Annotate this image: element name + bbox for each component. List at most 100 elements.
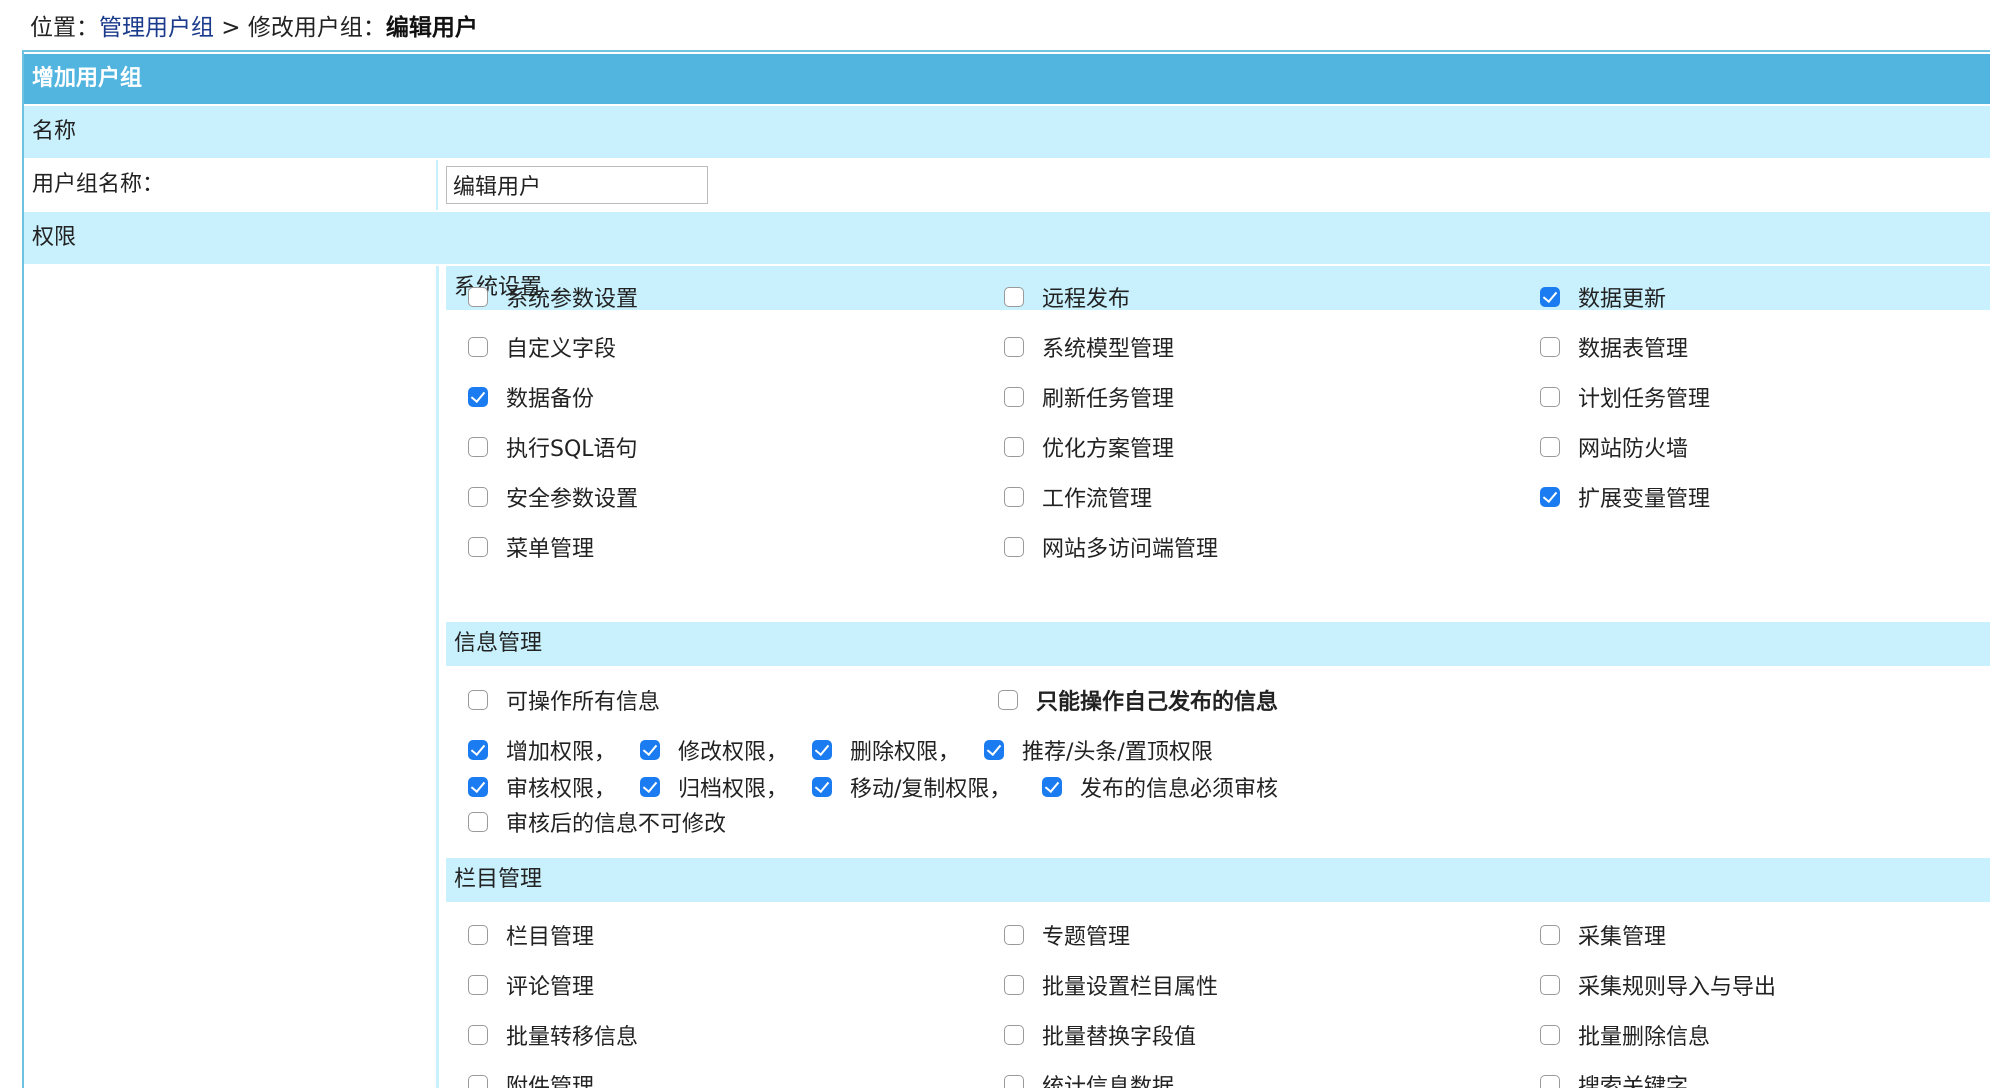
checkbox-unchecked[interactable]	[1004, 287, 1024, 307]
permission-label: 刷新任务管理	[1042, 387, 1175, 412]
checkbox-unchecked[interactable]	[468, 337, 488, 357]
permission-option[interactable]: 扩展变量管理	[1540, 479, 1710, 515]
checkbox-unchecked[interactable]	[1004, 925, 1024, 945]
checkbox-unchecked[interactable]	[1004, 487, 1024, 507]
permission-option[interactable]: 数据表管理	[1540, 329, 1688, 365]
checkbox-unchecked[interactable]	[1004, 387, 1024, 407]
checkbox-checked[interactable]	[468, 387, 488, 407]
checkbox-unchecked[interactable]	[1540, 337, 1560, 357]
checkbox-unchecked[interactable]	[468, 487, 488, 507]
permission-label: 附件管理	[506, 1075, 595, 1088]
checkbox-unchecked[interactable]	[468, 812, 488, 832]
permission-label: 增加权限，	[506, 740, 617, 765]
permission-option[interactable]: 采集规则导入与导出	[1540, 967, 1776, 1003]
checkbox-unchecked[interactable]	[1004, 337, 1024, 357]
permission-option[interactable]: 自定义字段	[468, 329, 616, 365]
checkbox-checked[interactable]	[1042, 777, 1062, 797]
permission-option[interactable]: 栏目管理	[468, 917, 594, 953]
checkbox-unchecked[interactable]	[1004, 437, 1024, 457]
permission-option[interactable]: 附件管理	[468, 1067, 594, 1088]
permission-option[interactable]: 工作流管理	[1004, 479, 1152, 515]
checkbox-unchecked[interactable]	[1540, 925, 1560, 945]
section-name: 名称	[24, 106, 1990, 158]
permission-option[interactable]: 网站防火墙	[1540, 429, 1688, 465]
checkbox-unchecked[interactable]	[1540, 1075, 1560, 1088]
checkbox-unchecked[interactable]	[468, 975, 488, 995]
permission-option[interactable]: 计划任务管理	[1540, 379, 1710, 415]
permission-option[interactable]: 数据备份	[468, 379, 594, 415]
permission-option[interactable]: 专题管理	[1004, 917, 1130, 953]
permission-option[interactable]: 网站多访问端管理	[1004, 529, 1218, 565]
permission-label: 网站防火墙	[1578, 437, 1689, 462]
permission-option[interactable]: 归档权限，	[640, 769, 788, 805]
permission-label: 删除权限，	[850, 740, 961, 765]
permission-option[interactable]: 移动/复制权限，	[812, 769, 1011, 805]
checkbox-unchecked[interactable]	[468, 925, 488, 945]
permission-option[interactable]: 数据更新	[1540, 279, 1666, 315]
permission-label: 审核后的信息不可修改	[506, 812, 727, 837]
checkbox-unchecked[interactable]	[1540, 437, 1560, 457]
permission-option[interactable]: 批量转移信息	[468, 1017, 638, 1053]
permission-option[interactable]: 远程发布	[1004, 279, 1130, 315]
checkbox-unchecked[interactable]	[468, 690, 488, 710]
permission-option[interactable]: 推荐/头条/置顶权限	[984, 732, 1213, 768]
permission-option[interactable]: 可操作所有信息	[468, 682, 660, 718]
checkbox-unchecked[interactable]	[998, 690, 1018, 710]
permission-option[interactable]: 评论管理	[468, 967, 594, 1003]
permission-label: 系统模型管理	[1042, 337, 1175, 362]
checkbox-unchecked[interactable]	[1540, 975, 1560, 995]
checkbox-checked[interactable]	[1540, 287, 1560, 307]
checkbox-unchecked[interactable]	[468, 537, 488, 557]
permission-option[interactable]: 系统模型管理	[1004, 329, 1174, 365]
permission-option[interactable]: 优化方案管理	[1004, 429, 1174, 465]
permission-option[interactable]: 刷新任务管理	[1004, 379, 1174, 415]
checkbox-unchecked[interactable]	[1004, 1075, 1024, 1088]
checkbox-checked[interactable]	[468, 777, 488, 797]
permission-option[interactable]: 审核后的信息不可修改	[468, 804, 726, 840]
permission-option[interactable]: 采集管理	[1540, 917, 1666, 953]
checkbox-unchecked[interactable]	[468, 287, 488, 307]
permission-option[interactable]: 修改权限，	[640, 732, 788, 768]
permission-label: 可操作所有信息	[506, 690, 661, 715]
checkbox-unchecked[interactable]	[1540, 387, 1560, 407]
checkbox-checked[interactable]	[812, 740, 832, 760]
permission-label: 批量设置栏目属性	[1042, 975, 1219, 1000]
permission-label: 批量替换字段值	[1042, 1025, 1197, 1050]
checkbox-unchecked[interactable]	[468, 1075, 488, 1088]
checkbox-unchecked[interactable]	[1004, 537, 1024, 557]
checkbox-checked[interactable]	[1540, 487, 1560, 507]
checkbox-checked[interactable]	[468, 740, 488, 760]
permission-option[interactable]: 统计信息数据	[1004, 1067, 1174, 1088]
checkbox-unchecked[interactable]	[1540, 1025, 1560, 1045]
permission-option[interactable]: 执行SQL语句	[468, 429, 638, 465]
permission-option[interactable]: 只能操作自己发布的信息	[998, 682, 1278, 718]
group-name-input[interactable]	[446, 166, 708, 204]
permission-option[interactable]: 发布的信息必须审核	[1042, 769, 1278, 805]
permission-option[interactable]: 菜单管理	[468, 529, 594, 565]
breadcrumb-middle: 修改用户组：	[247, 15, 386, 41]
permission-label: 网站多访问端管理	[1042, 537, 1219, 562]
permission-label: 工作流管理	[1042, 487, 1153, 512]
checkbox-unchecked[interactable]	[1004, 975, 1024, 995]
checkbox-checked[interactable]	[984, 740, 1004, 760]
permission-option[interactable]: 审核权限，	[468, 769, 616, 805]
permission-option[interactable]: 批量删除信息	[1540, 1017, 1710, 1053]
checkbox-unchecked[interactable]	[468, 1025, 488, 1045]
permission-label: 计划任务管理	[1578, 387, 1711, 412]
permission-option[interactable]: 增加权限，	[468, 732, 616, 768]
checkbox-unchecked[interactable]	[468, 437, 488, 457]
checkbox-checked[interactable]	[640, 740, 660, 760]
permission-option[interactable]: 搜索关键字	[1540, 1067, 1688, 1088]
permission-option[interactable]: 系统参数设置	[468, 279, 638, 315]
checkbox-checked[interactable]	[640, 777, 660, 797]
permission-option[interactable]: 删除权限，	[812, 732, 960, 768]
permission-option[interactable]: 批量设置栏目属性	[1004, 967, 1218, 1003]
checkbox-checked[interactable]	[812, 777, 832, 797]
permission-option[interactable]: 安全参数设置	[468, 479, 638, 515]
checkbox-unchecked[interactable]	[1004, 1025, 1024, 1045]
breadcrumb-separator: >	[214, 15, 248, 41]
permission-option[interactable]: 批量替换字段值	[1004, 1017, 1196, 1053]
breadcrumb-link-manage-groups[interactable]: 管理用户组	[99, 15, 214, 41]
permission-label: 搜索关键字	[1578, 1075, 1689, 1088]
section-permissions: 权限	[24, 212, 1990, 264]
